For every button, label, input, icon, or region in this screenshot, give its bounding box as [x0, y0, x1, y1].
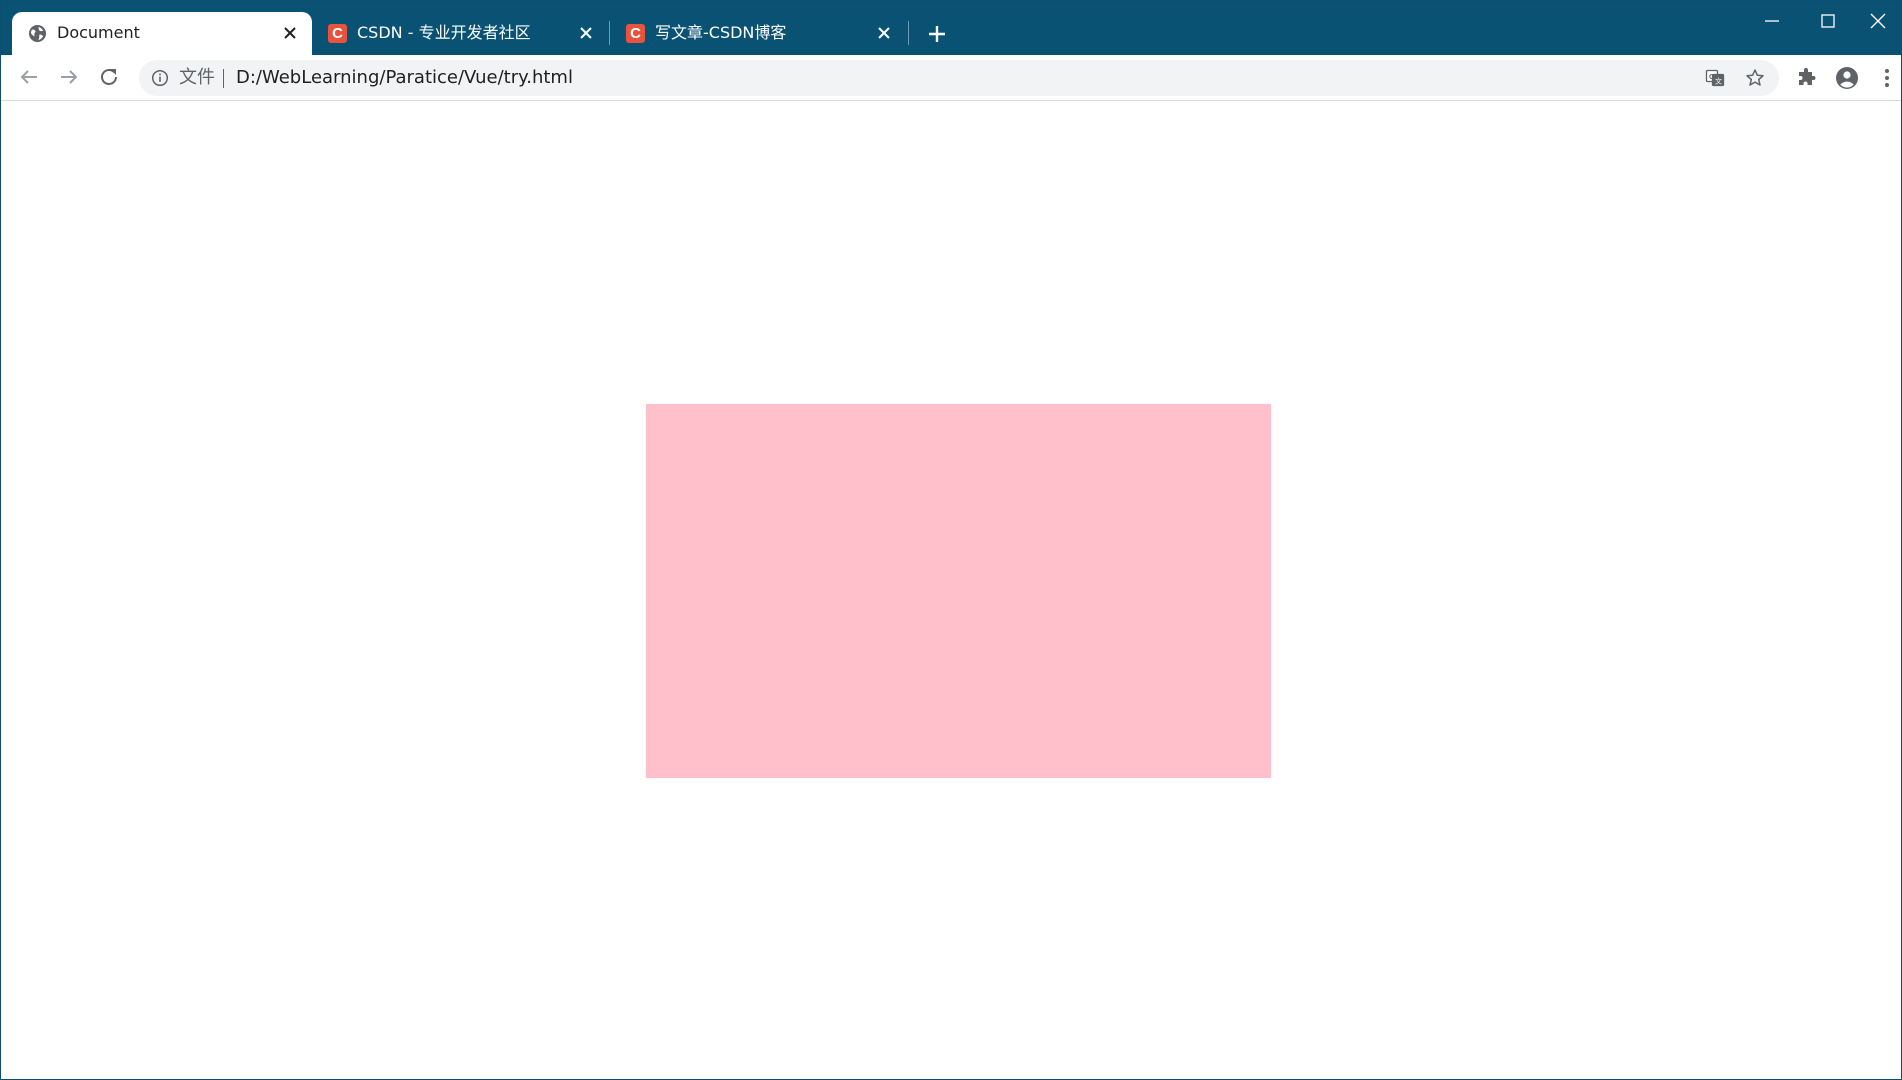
tab-title: CSDN - 专业开发者社区 [357, 23, 531, 42]
address-bar[interactable]: 文件 D:/WebLearning/Paratice/Vue/try.html … [139, 60, 1779, 96]
close-icon [1870, 13, 1886, 29]
close-icon[interactable] [576, 23, 596, 43]
page-viewport [1, 101, 1901, 1079]
close-icon[interactable] [874, 23, 894, 43]
minimize-icon [1765, 20, 1779, 22]
close-icon[interactable] [280, 23, 300, 43]
tab-document[interactable]: Document [12, 12, 312, 55]
tab-separator [908, 21, 909, 45]
minimize-button[interactable] [1744, 1, 1800, 41]
info-icon[interactable] [151, 69, 169, 87]
csdn-icon: C [626, 24, 645, 43]
bookmark-star-icon[interactable] [1745, 68, 1765, 88]
maximize-button[interactable] [1800, 1, 1856, 41]
svg-text:文: 文 [1715, 77, 1722, 86]
new-tab-plus-icon[interactable] [925, 22, 949, 46]
maximize-icon [1821, 14, 1835, 28]
tab-write-article[interactable]: C 写文章-CSDN博客 [610, 12, 906, 55]
forward-arrow-icon[interactable] [57, 65, 81, 89]
browser-window: Document C CSDN - 专业开发者社区 C 写文章-CSDN博客 文… [0, 0, 1902, 1080]
tab-csdn[interactable]: C CSDN - 专业开发者社区 [312, 12, 608, 55]
extensions-puzzle-icon[interactable] [1795, 66, 1819, 90]
url-separator [223, 69, 224, 88]
menu-kebab-icon[interactable] [1875, 66, 1899, 90]
tab-strip: Document C CSDN - 专业开发者社区 C 写文章-CSDN博客 [1, 1, 1901, 55]
reload-icon[interactable] [97, 65, 121, 89]
pink-box [646, 404, 1271, 778]
back-arrow-icon[interactable] [17, 65, 41, 89]
window-close-button[interactable] [1856, 1, 1901, 41]
translate-icon[interactable]: G 文 [1705, 68, 1725, 88]
tab-title: Document [57, 23, 140, 42]
csdn-icon: C [328, 24, 347, 43]
tab-title: 写文章-CSDN博客 [655, 23, 787, 42]
url-text[interactable]: D:/WebLearning/Paratice/Vue/try.html [236, 67, 573, 89]
toolbar: 文件 D:/WebLearning/Paratice/Vue/try.html … [1, 55, 1901, 101]
profile-avatar-icon[interactable] [1835, 66, 1859, 90]
origin-label: 文件 [179, 67, 215, 88]
globe-icon [28, 24, 47, 43]
